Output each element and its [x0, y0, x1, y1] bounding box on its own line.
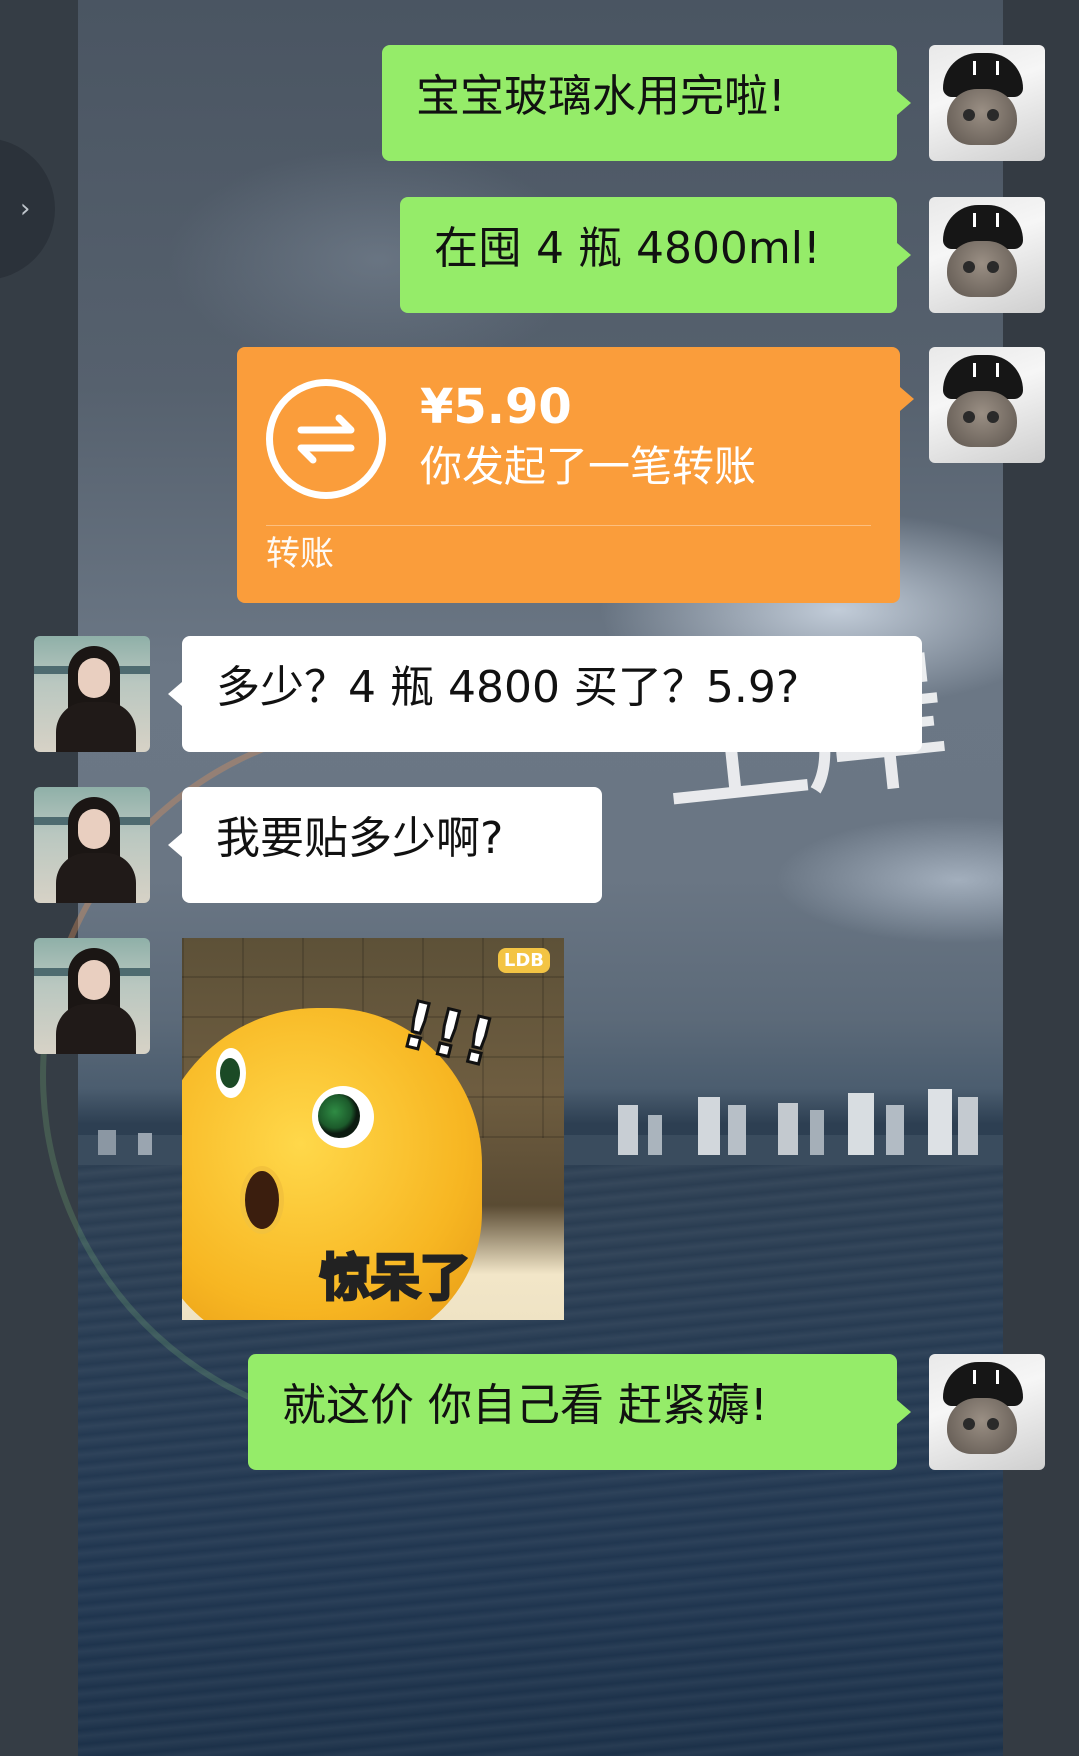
bubble-tail [900, 387, 914, 411]
transfer-amount: ¥5.90 [420, 379, 572, 435]
contact-avatar[interactable] [34, 787, 150, 903]
sticker-message[interactable]: !!! LDB 惊呆了 [182, 938, 564, 1320]
bubble-tail [168, 682, 182, 706]
sticker-brand-logo: LDB [497, 948, 550, 973]
bubble-tail [897, 91, 911, 115]
message-bubble-sent[interactable]: 在囤 4 瓶 4800ml! [400, 197, 897, 313]
transfer-footer-label: 转账 [266, 534, 334, 574]
bubble-tail [897, 1400, 911, 1424]
transfer-divider [266, 525, 871, 526]
chevron-right-icon[interactable]: › [20, 194, 30, 224]
transfer-card[interactable]: ¥5.90 你发起了一笔转账 转账 [237, 347, 914, 603]
my-avatar[interactable] [929, 197, 1045, 313]
sticker-caption: 惊呆了 [319, 1248, 472, 1309]
bubble-tail [897, 243, 911, 267]
bubble-tail [168, 833, 182, 857]
contact-avatar[interactable] [34, 636, 150, 752]
message-bubble-received[interactable]: 多少？4 瓶 4800 买了？5.9? [182, 636, 922, 752]
message-bubble-received[interactable]: 我要贴多少啊? [182, 787, 602, 903]
message-bubble-sent[interactable]: 宝宝玻璃水用完啦! [382, 45, 897, 161]
contact-avatar[interactable] [34, 938, 150, 1054]
my-avatar[interactable] [929, 1354, 1045, 1470]
my-avatar[interactable] [929, 45, 1045, 161]
transfer-arrows-icon [266, 379, 386, 499]
message-bubble-sent[interactable]: 就这价 你自己看 赶紧薅! [248, 1354, 897, 1470]
my-avatar[interactable] [929, 347, 1045, 463]
transfer-description: 你发起了一笔转账 [420, 442, 757, 491]
